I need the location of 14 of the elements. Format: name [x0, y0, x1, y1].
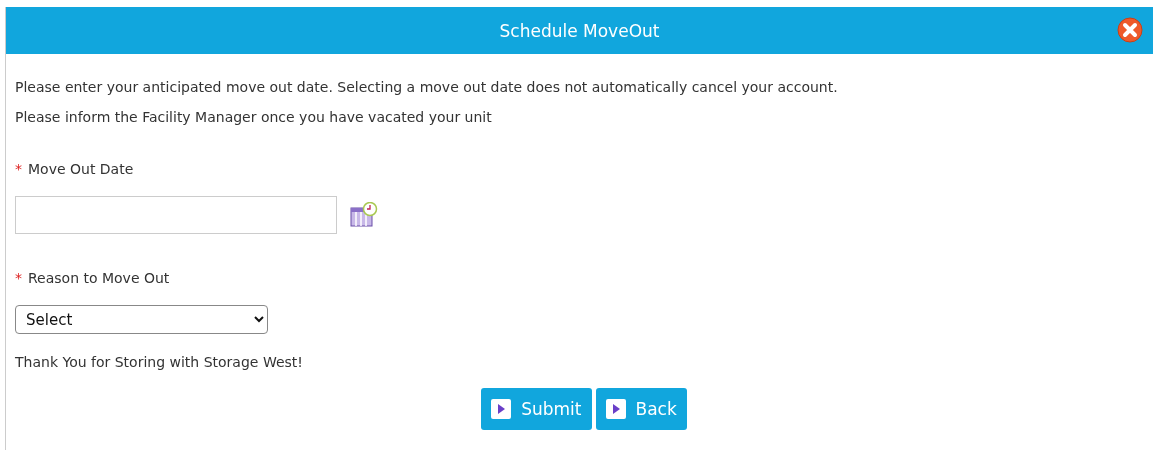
field-label: * Reason to Move Out — [15, 270, 171, 286]
instruction-text: Please inform the Facility Manager once you have vacated your unit — [15, 109, 493, 125]
instruction-text: Please enter your anticipated move out date. Selecting a move out date does not automatically cancel your account. — [15, 79, 839, 95]
calendar-icon[interactable] — [350, 202, 378, 228]
field-label: * Move Out Date — [15, 161, 135, 177]
play-icon — [491, 399, 512, 419]
date-field[interactable] — [15, 196, 337, 234]
action-button[interactable]: Back — [595, 388, 687, 430]
dialog-title: Schedule MoveOut — [499, 20, 660, 41]
reason-dropdown[interactable]: Select — [15, 305, 268, 334]
play-icon — [605, 399, 626, 419]
action-button[interactable]: Submit — [481, 388, 592, 430]
thank-you-text: Thank You for Storing with Storage West! — [15, 354, 304, 370]
close-icon[interactable] — [1117, 17, 1143, 43]
